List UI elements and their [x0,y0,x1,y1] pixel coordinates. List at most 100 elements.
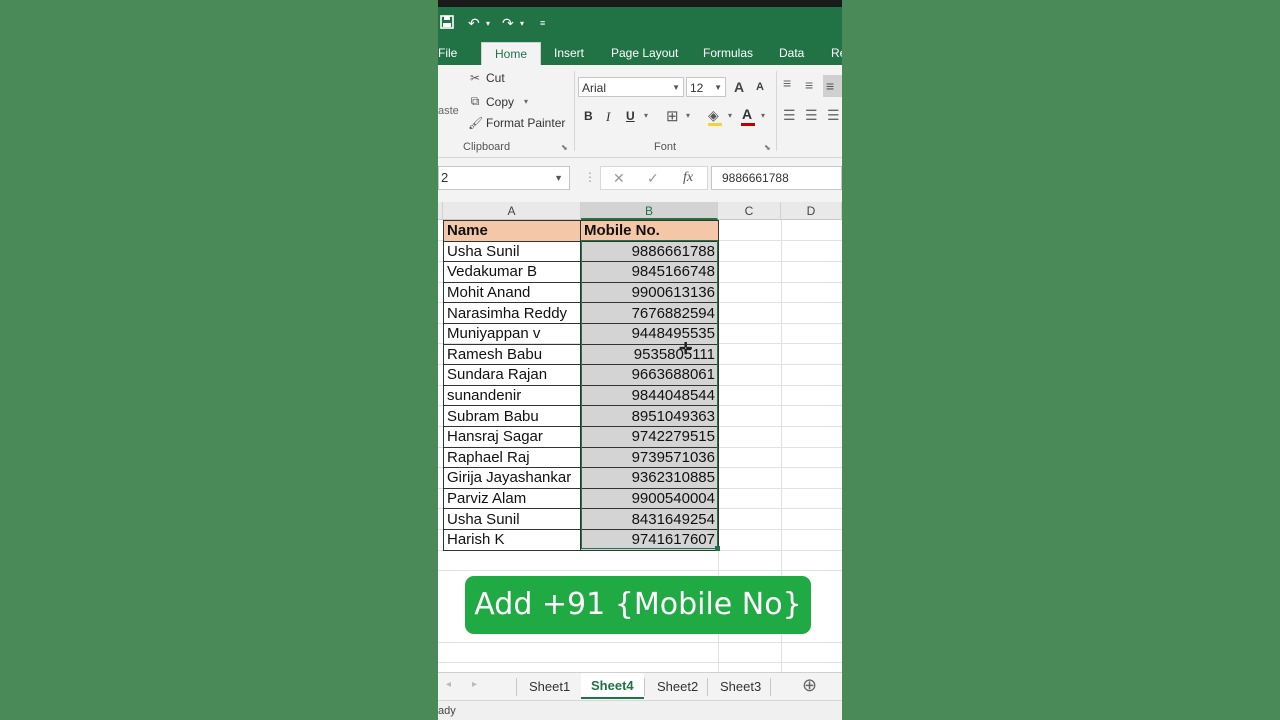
redo-dropdown-icon[interactable]: ▾ [520,19,524,28]
caption-banner: Add +91 {Mobile No} [465,576,811,634]
name-cell[interactable]: Raphael Raj [443,446,581,469]
tab-home[interactable]: Home [481,42,542,66]
align-bottom-icon: ≡ [826,78,835,94]
tab-divider [516,678,517,696]
sheet-tab-sheet1[interactable]: Sheet1 [529,679,570,694]
header-cell-mobile[interactable]: Mobile No. [580,220,719,242]
customize-qat-icon[interactable]: ≡ [540,18,545,28]
format-painter-button[interactable]: 🖌 Format Painter [468,116,565,130]
tab-divider [707,678,708,696]
formula-buttons: ✕ ✓ fx [600,166,708,190]
scroll-left-icon[interactable]: ◂ [446,679,451,690]
ribbon-home: aste ✂ Cut ⧉ Copy ▾ 🖌 Format Painter Cli… [438,65,842,158]
name-cell[interactable]: Ramesh Babu [443,343,581,366]
tab-page-layout[interactable]: Page Layout [611,46,678,60]
name-cell[interactable]: Vedakumar B [443,261,581,283]
sheet-tab-sheet3[interactable]: Sheet3 [720,679,761,694]
borders-dropdown-icon[interactable]: ▾ [686,111,690,120]
name-cell[interactable]: Usha Sunil [443,240,581,263]
shrink-font-button[interactable]: A [756,81,764,93]
bold-button[interactable]: B [584,109,593,123]
tab-insert[interactable]: Insert [554,46,584,60]
header-cell-name[interactable]: Name [443,220,581,242]
excel-window: ↶ ▾ ↷ ▾ ≡ File Home Insert Page Layout F… [438,0,842,720]
name-cell[interactable]: sunandenir [443,384,581,407]
tab-formulas[interactable]: Formulas [703,46,753,60]
sheet-tab-sheet2[interactable]: Sheet2 [657,679,698,694]
font-size-select[interactable]: 12 ▼ [686,77,726,97]
status-bar: ady [438,700,842,720]
save-icon[interactable] [440,15,454,32]
column-header-c[interactable]: C [718,202,781,220]
chevron-down-icon: ▼ [714,83,722,92]
name-cell[interactable]: Sundara Rajan [443,364,581,386]
name-cell[interactable]: Harish K [443,528,581,551]
column-header-d[interactable]: D [781,202,842,220]
undo-dropdown-icon[interactable]: ▾ [486,19,490,28]
chevron-down-icon: ▼ [672,83,680,92]
chevron-down-icon[interactable]: ▼ [554,167,563,189]
clipboard-group-label: Clipboard [463,141,511,153]
align-center-icon[interactable]: ☰ [805,107,818,124]
column-header-a[interactable]: A [443,202,581,220]
font-color-dropdown-icon[interactable]: ▾ [761,111,765,120]
underline-dropdown-icon[interactable]: ▾ [644,111,648,120]
cut-button[interactable]: ✂ Cut [468,71,505,85]
gridline [438,570,842,571]
name-cell[interactable]: Mohit Anand [443,281,581,304]
font-name-select[interactable]: Arial ▼ [578,77,684,97]
grow-font-button[interactable]: A [734,79,744,95]
fill-color-icon[interactable]: ◈ [708,107,719,124]
align-middle-icon[interactable]: ≡ [805,77,813,93]
fill-dropdown-icon[interactable]: ▾ [728,111,732,120]
formula-input[interactable]: 9886661788 [711,166,842,190]
cell-cursor-icon: ✛ [679,341,693,358]
scissors-icon: ✂ [469,71,481,85]
name-cell[interactable]: Subram Babu [443,405,581,427]
fill-handle[interactable] [715,546,720,551]
underline-button[interactable]: U [626,109,635,123]
cut-label: Cut [486,71,505,85]
tab-divider [770,678,771,696]
name-cell[interactable]: Hansraj Sagar [443,425,581,448]
enter-icon[interactable]: ✓ [647,170,659,187]
align-left-icon[interactable]: ☰ [783,107,796,124]
worksheet-grid[interactable]: A B C D Name Mobile No. Usha Sunil 988666… [438,202,842,672]
italic-button[interactable]: I [606,109,610,125]
more-options-icon[interactable]: ⋮ [584,170,596,184]
column-header-b[interactable]: B [581,202,718,220]
undo-icon[interactable]: ↶ [468,15,480,32]
redo-icon[interactable]: ↷ [502,15,514,32]
copy-dropdown-icon[interactable]: ▾ [524,97,528,106]
copy-icon: ⧉ [470,94,480,108]
paste-button-label[interactable]: aste [438,105,459,117]
name-box[interactable]: 2 ▼ [438,166,570,190]
align-bottom-button[interactable]: ≡ [823,75,842,97]
name-cell[interactable]: Usha Sunil [443,508,581,530]
format-painter-label: Format Painter [486,116,566,130]
quick-access-toolbar: ↶ ▾ ↷ ▾ ≡ [438,7,842,41]
cancel-icon[interactable]: ✕ [613,170,625,187]
tab-file[interactable]: File [438,46,457,60]
name-cell[interactable]: Muniyappan v [443,322,581,345]
name-cell[interactable]: Narasimha Reddy [443,302,581,324]
scroll-right-icon[interactable]: ▸ [472,679,477,690]
borders-icon[interactable]: ⊞ [666,107,679,125]
font-color-button[interactable]: A [742,106,752,122]
name-cell[interactable]: Parviz Alam [443,487,581,510]
gridline [438,642,842,643]
align-right-icon[interactable]: ☰ [827,107,840,124]
align-top-icon[interactable]: ≡ [783,75,791,91]
name-cell[interactable]: Girija Jayashankar [443,467,581,489]
ribbon-divider [776,71,777,151]
copy-button[interactable]: ⧉ Copy ▾ [468,94,528,109]
tab-review[interactable]: Re [831,46,842,60]
clipboard-launcher-icon[interactable]: ⬊ [561,143,568,152]
insert-function-icon[interactable]: fx [683,170,693,186]
add-sheet-icon[interactable]: ⊕ [802,675,817,696]
tab-data[interactable]: Data [779,46,804,60]
font-launcher-icon[interactable]: ⬊ [764,143,771,152]
table-header-row: Name Mobile No. [443,220,719,242]
sheet-tab-sheet4[interactable]: Sheet4 [581,673,644,699]
tab-divider [644,678,645,696]
